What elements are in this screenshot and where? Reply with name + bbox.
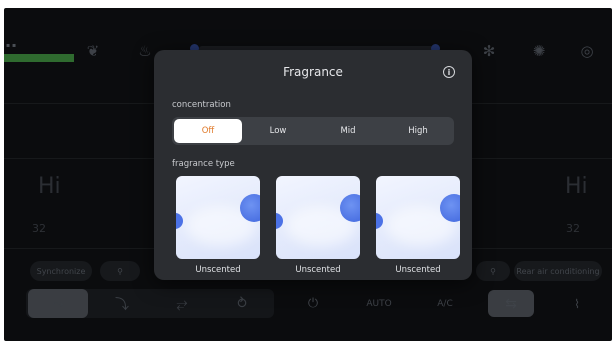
leaf-icon[interactable]: ❦: [78, 38, 108, 64]
left-temp-value: 32: [32, 222, 46, 235]
settings-icon[interactable]: ◎: [572, 38, 602, 64]
fragrance-card-2-label: Unscented: [295, 265, 341, 275]
seat-mode-face-button[interactable]: ⤳: [28, 289, 88, 318]
card-bubble: [240, 194, 260, 222]
sync-icon-button[interactable]: ⚲: [100, 261, 140, 281]
concentration-option-mid[interactable]: Mid: [314, 119, 382, 143]
info-icon[interactable]: i: [443, 66, 455, 78]
card-bubble: [376, 213, 383, 229]
fragrance-type-label: fragrance type: [172, 159, 235, 169]
right-temp-value: 32: [566, 222, 580, 235]
power-button[interactable]: ⏻: [290, 290, 336, 317]
concentration-option-high[interactable]: High: [384, 119, 452, 143]
fragrance-card-3-label: Unscented: [395, 265, 441, 275]
fragrance-card-2[interactable]: [276, 176, 360, 259]
left-temp-display[interactable]: Hi: [38, 174, 61, 199]
rear-defrost-button[interactable]: ⌇: [554, 290, 600, 317]
synchronize-button[interactable]: Synchronize: [30, 261, 92, 281]
seat-mode-feet-button[interactable]: ⤵: [92, 289, 152, 318]
card-bubble: [440, 194, 460, 222]
hvac-screen: ▪ ▪ ❦ ♨ ✻ ✺ ◎ Hi Hi 32 32 Synchronize ⚲ …: [4, 8, 612, 341]
rear-ac-button[interactable]: Rear air conditioning: [514, 261, 602, 281]
fragrance-card-1-label: Unscented: [195, 265, 241, 275]
dialog-title: Fragrance: [283, 65, 343, 79]
status-indicator-text: ▪ ▪: [6, 42, 17, 49]
fragrance-card-1[interactable]: [176, 176, 260, 259]
auto-button[interactable]: AUTO: [356, 290, 402, 317]
concentration-label: concentration: [172, 100, 231, 110]
concentration-option-low[interactable]: Low: [244, 119, 312, 143]
seat-mode-defrost-button[interactable]: ⥂: [152, 289, 212, 318]
ac-button[interactable]: A/C: [422, 290, 468, 317]
right-temp-display[interactable]: Hi: [565, 174, 588, 199]
card-bubble: [340, 194, 360, 222]
fan-high-icon[interactable]: ✺: [524, 38, 554, 64]
rear-toggle-button[interactable]: ⚲: [476, 261, 510, 281]
fan-low-icon[interactable]: ✻: [474, 38, 504, 64]
status-indicator: ▪ ▪: [4, 42, 74, 66]
card-bubble: [176, 213, 183, 229]
seat-mode-mixed-button[interactable]: ⥁: [212, 289, 272, 318]
status-indicator-bar: [4, 54, 74, 62]
concentration-selector: Off Low Mid High: [172, 117, 454, 145]
fragrance-dialog: Fragrance i concentration Off Low Mid Hi…: [154, 50, 472, 280]
recirculation-button[interactable]: ⇆: [488, 290, 534, 317]
concentration-option-off[interactable]: Off: [174, 119, 242, 143]
fragrance-card-3[interactable]: [376, 176, 460, 259]
card-bubble: [276, 213, 283, 229]
